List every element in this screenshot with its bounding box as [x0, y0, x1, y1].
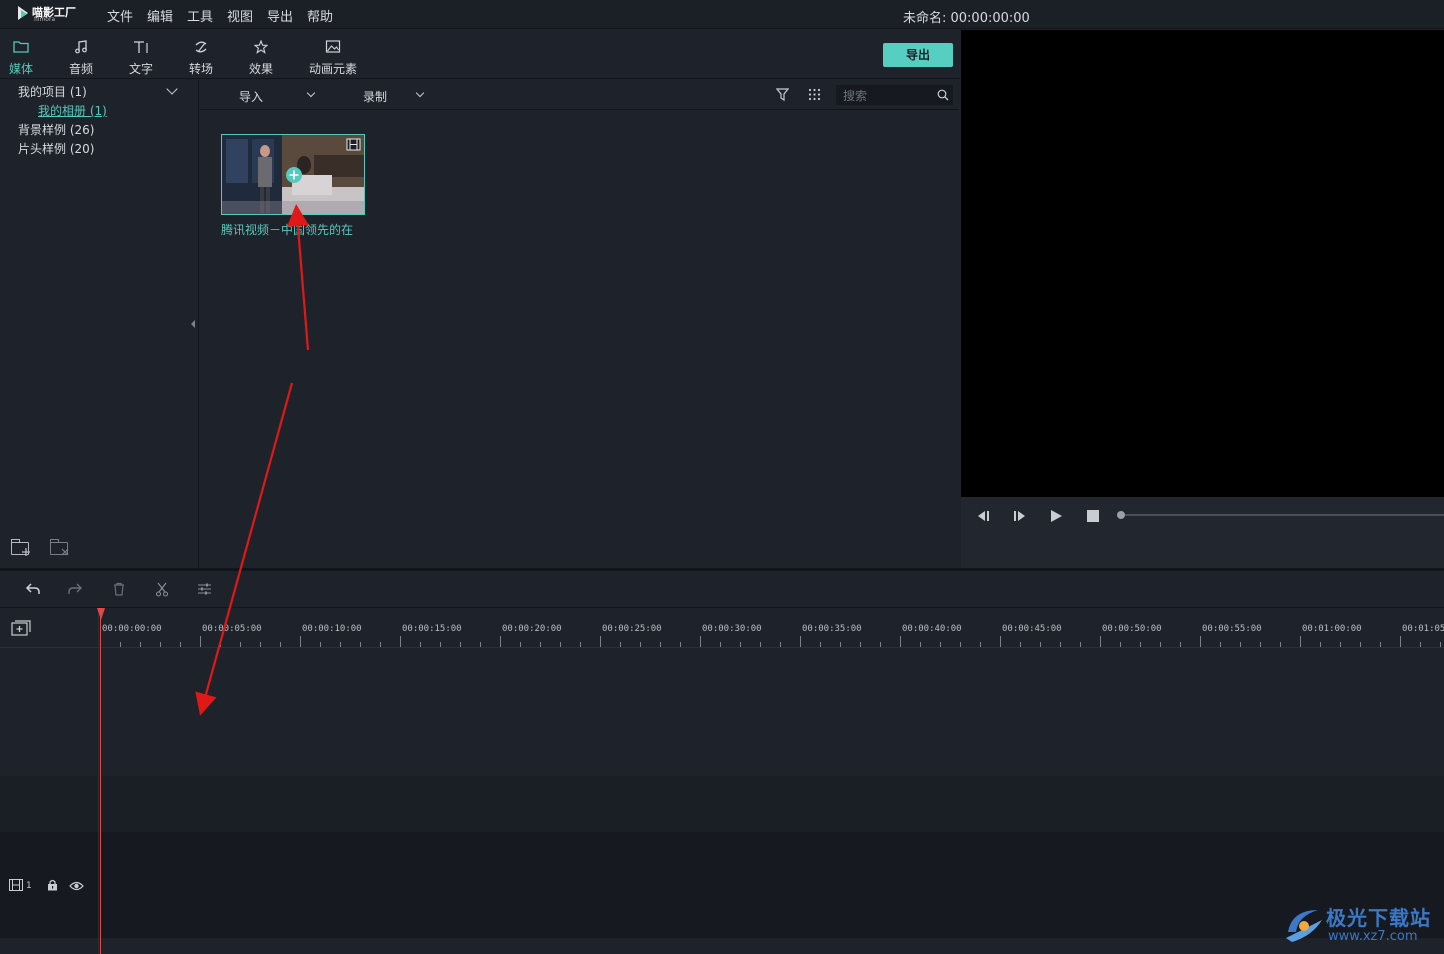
menu-file[interactable]: 文件: [107, 6, 133, 25]
ruler-ticks: [100, 636, 1441, 647]
ruler-label: 00:00:40:00: [902, 624, 962, 634]
tab-media-label: 媒体: [8, 62, 33, 76]
project-title: 未命名: 00:00:00:00: [903, 11, 1030, 26]
timeline-ruler[interactable]: 00:00:00:00 00:00:05:00 00:00:10:00 00:0…: [0, 608, 1444, 648]
play-icon[interactable]: [1049, 509, 1063, 526]
preview-window: [961, 30, 1444, 497]
playhead-line[interactable]: [100, 608, 101, 954]
tab-transition[interactable]: 转场: [176, 30, 226, 79]
watermark-title: 极光下载站: [1326, 906, 1431, 930]
ruler-label: 00:00:55:00: [1202, 624, 1262, 634]
add-track-icon[interactable]: [11, 620, 31, 639]
tab-effects-label: 效果: [248, 62, 273, 76]
new-folder-icon[interactable]: [10, 539, 30, 556]
tab-elements[interactable]: 动画元素: [303, 30, 363, 79]
timeline-toolbar: [0, 571, 1444, 608]
timeline-track-video[interactable]: 1: [0, 832, 1444, 938]
delete-icon[interactable]: [112, 582, 126, 599]
tree-item-intro-samples[interactable]: 片头样例 (20): [18, 140, 94, 157]
eye-icon[interactable]: [69, 880, 84, 894]
track-number: 1: [26, 881, 32, 891]
lock-icon[interactable]: [47, 879, 58, 894]
ruler-label: 00:00:15:00: [402, 624, 462, 634]
app-logo-sub: filmora: [34, 16, 56, 23]
effects-icon: [253, 39, 269, 57]
watermark: 极光下载站 www.xz7.com: [1282, 898, 1442, 948]
tab-text-label: 文字: [128, 62, 153, 76]
transition-icon: [194, 40, 208, 57]
ruler-label: 00:00:10:00: [302, 624, 362, 634]
ruler-label: 00:00:50:00: [1102, 624, 1162, 634]
tree-item-my-project[interactable]: 我的项目 (1): [18, 83, 87, 100]
ruler-label: 00:01:00:00: [1302, 624, 1362, 634]
record-chevron-icon[interactable]: [415, 88, 425, 98]
ruler-label: 00:00:30:00: [702, 624, 762, 634]
stop-icon[interactable]: [1086, 509, 1100, 526]
ruler-label: 00:00:25:00: [602, 624, 662, 634]
menu-bar: 喵影工厂 filmora 文件 编辑 工具 视图 导出 帮助 未命名: 00:0…: [0, 0, 1444, 29]
media-item-label[interactable]: 腾讯视频－中国领先的在: [221, 221, 353, 238]
library-tab-bar: 媒体 音频 文字 转场 效果 动画元素: [0, 30, 960, 79]
tab-elements-label: 动画元素: [308, 62, 357, 76]
watermark-logo-icon: [1282, 902, 1326, 949]
preview-progress-handle[interactable]: [1117, 511, 1125, 519]
import-chevron-icon[interactable]: [306, 88, 316, 98]
music-note-icon: [74, 40, 88, 57]
search-field[interactable]: [836, 85, 953, 105]
ruler-label: 00:00:20:00: [502, 624, 562, 634]
ruler-label: 00:00:00:00: [102, 624, 162, 634]
tree-item-background-samples[interactable]: 背景样例 (26): [18, 121, 94, 138]
tab-transition-label: 转场: [188, 62, 213, 76]
previous-frame-icon[interactable]: [975, 509, 991, 526]
folder-icon: [13, 40, 29, 56]
playhead-marker[interactable]: [97, 608, 105, 620]
tab-audio-label: 音频: [68, 62, 93, 76]
film-strip-icon: [346, 138, 361, 154]
menu-export[interactable]: 导出: [267, 6, 293, 25]
search-input[interactable]: [843, 88, 931, 103]
collapse-panel-icon[interactable]: [191, 320, 195, 328]
timeline-track-audio[interactable]: [0, 776, 1444, 832]
video-track-icon: [9, 879, 23, 894]
chevron-down-icon[interactable]: [166, 83, 178, 95]
adjust-icon[interactable]: [197, 582, 212, 599]
ruler-label: 00:01:05:00: [1402, 624, 1444, 634]
menu-tools[interactable]: 工具: [187, 6, 213, 25]
tree-item-my-album[interactable]: 我的相册 (1): [38, 102, 107, 119]
menu-view[interactable]: 视图: [227, 6, 253, 25]
image-icon: [325, 40, 341, 56]
grid-view-icon[interactable]: [808, 88, 821, 104]
app-logo: 喵影工厂 filmora: [18, 4, 78, 24]
cut-icon[interactable]: [155, 582, 169, 600]
timeline-footer: [0, 938, 1444, 954]
undo-icon[interactable]: [25, 582, 41, 599]
text-icon: [133, 40, 149, 57]
media-thumbnail[interactable]: [221, 134, 365, 215]
menu-help[interactable]: 帮助: [307, 6, 333, 25]
delete-folder-icon[interactable]: [49, 539, 69, 556]
redo-icon[interactable]: [67, 582, 83, 599]
media-library-tree: 我的项目 (1) 我的相册 (1) 背景样例 (26) 片头样例 (20): [0, 80, 199, 568]
ruler-label: 00:00:05:00: [202, 624, 262, 634]
filter-icon[interactable]: [775, 88, 790, 104]
watermark-url: www.xz7.com: [1328, 929, 1418, 944]
preview-controls: [961, 497, 1444, 568]
search-icon[interactable]: [937, 89, 949, 104]
tab-effects[interactable]: 效果: [236, 30, 286, 79]
timeline-track-empty[interactable]: [0, 648, 1444, 776]
import-dropdown[interactable]: 导入: [239, 88, 263, 105]
add-to-timeline-icon[interactable]: [285, 166, 303, 187]
tab-text[interactable]: 文字: [116, 30, 166, 79]
tab-audio[interactable]: 音频: [56, 30, 106, 79]
menu-edit[interactable]: 编辑: [147, 6, 173, 25]
ruler-label: 00:00:35:00: [802, 624, 862, 634]
export-button[interactable]: 导出: [883, 43, 953, 67]
record-dropdown[interactable]: 录制: [363, 88, 387, 105]
preview-progress-bar[interactable]: [1118, 514, 1444, 516]
track-header-divider: [98, 608, 99, 954]
tab-media[interactable]: 媒体: [0, 30, 46, 79]
next-frame-icon[interactable]: [1012, 509, 1028, 526]
ruler-label: 00:00:45:00: [1002, 624, 1062, 634]
